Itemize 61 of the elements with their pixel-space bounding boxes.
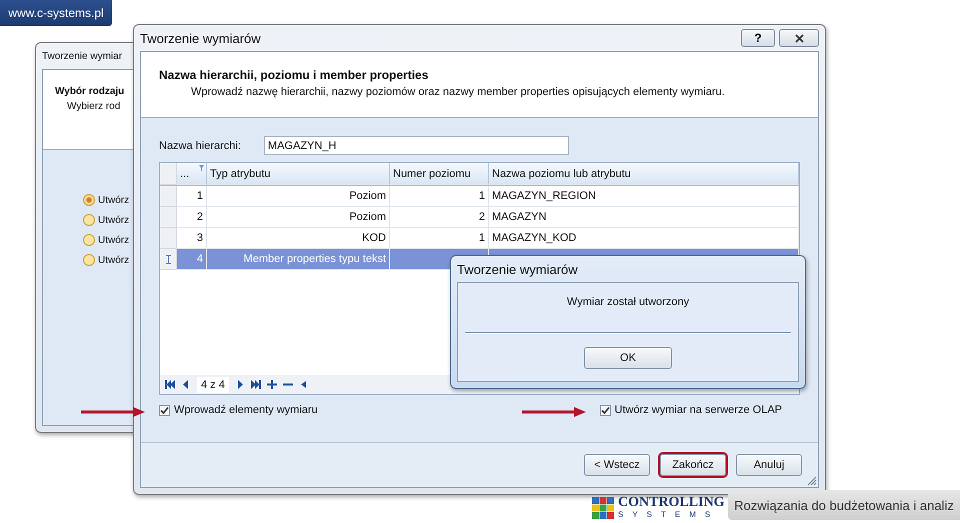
radio-label: Utwórz bbox=[98, 214, 130, 226]
filter-icon[interactable] bbox=[199, 165, 204, 171]
checkmark-icon bbox=[600, 406, 610, 414]
checkmark-icon bbox=[160, 406, 169, 414]
page-heading: Nazwa hierarchii, poziomu i member properties bbox=[159, 68, 430, 82]
page-heading: Wybór rodzaju bbox=[55, 86, 124, 97]
wizard-button[interactable]: Anuluj bbox=[736, 454, 802, 476]
radio-button[interactable] bbox=[83, 214, 95, 226]
row-indicator-header bbox=[160, 163, 177, 185]
radio-label: Utwórz bbox=[98, 194, 130, 206]
table-cell: MAGAZYN bbox=[489, 207, 799, 228]
radio-button[interactable] bbox=[83, 234, 95, 246]
table-cell: 1 bbox=[390, 186, 489, 207]
wizard-button[interactable]: Zakończ bbox=[660, 454, 726, 476]
wizard-button[interactable]: < Wstecz bbox=[584, 454, 650, 476]
checkbox[interactable] bbox=[600, 404, 610, 416]
logo-subtitle: SYSTEMS bbox=[618, 510, 720, 519]
table-cell: 2 bbox=[177, 207, 207, 228]
column-header[interactable]: Numer poziomu bbox=[390, 163, 489, 185]
add-icon[interactable] bbox=[266, 380, 277, 389]
logo-wordmark: CONTROLLING bbox=[618, 496, 725, 510]
radio-label: Utwórz bbox=[98, 254, 130, 266]
tagline: Rozwiązania do budżetowania i analiz bbox=[728, 490, 960, 520]
table-cell: 4 bbox=[177, 249, 207, 270]
dialog-message: Wymiar został utworzony bbox=[566, 296, 690, 308]
table-cell: Member properties typu tekst bbox=[207, 249, 390, 270]
hierarchy-name-field[interactable]: MAGAZYN_H bbox=[264, 136, 569, 155]
table-cell: 2 bbox=[390, 207, 489, 228]
field-label: Nazwa hierarchi: bbox=[159, 140, 241, 152]
dialog-title: Tworzenie wymiarów bbox=[457, 262, 578, 276]
checkbox-label: Utwórz wymiar na serwerze OLAP bbox=[614, 404, 782, 416]
resize-grip-icon[interactable] bbox=[806, 475, 817, 486]
window-title: Tworzenie wymiarów bbox=[140, 30, 261, 46]
window-title: Tworzenie wymiar bbox=[42, 50, 122, 62]
row-indicator[interactable] bbox=[160, 249, 177, 270]
radio-button[interactable] bbox=[83, 194, 95, 206]
page-subheading: Wprowadź nazwę hierarchii, nazwy poziomów oraz nazwy member properties opisujących elementy wymiaru. bbox=[190, 86, 726, 98]
table-cell: Poziom bbox=[207, 186, 390, 207]
close-icon bbox=[794, 34, 804, 42]
text-cursor-icon bbox=[166, 254, 170, 264]
scroll-left-icon[interactable] bbox=[298, 380, 309, 389]
website-badge[interactable]: www.c-systems.pl bbox=[0, 0, 112, 26]
column-header[interactable]: Typ atrybutu bbox=[207, 163, 390, 185]
table-cell: MAGAZYN_REGION bbox=[489, 186, 799, 207]
column-header[interactable]: Nazwa poziomu lub atrybutu bbox=[489, 163, 799, 185]
close-button[interactable] bbox=[779, 29, 819, 47]
previous-icon[interactable] bbox=[181, 380, 191, 389]
last-page-icon[interactable] bbox=[250, 380, 261, 389]
help-button[interactable]: ? bbox=[741, 29, 775, 47]
page-subheading: Wybierz rod bbox=[66, 101, 120, 112]
radio-label: Utwórz bbox=[98, 234, 130, 246]
radio-button[interactable] bbox=[83, 254, 95, 266]
record-position: 4 z 4 bbox=[197, 376, 229, 392]
table-cell: 1 bbox=[177, 186, 207, 207]
ok-button[interactable]: OK bbox=[584, 347, 672, 369]
table-cell: Poziom bbox=[207, 207, 390, 228]
checkbox-label: Wprowadź elementy wymiaru bbox=[174, 404, 318, 416]
checkbox[interactable] bbox=[159, 404, 170, 416]
column-header[interactable]: ... bbox=[177, 163, 207, 185]
first-page-icon[interactable] bbox=[165, 380, 175, 389]
logo-icon bbox=[592, 496, 614, 518]
